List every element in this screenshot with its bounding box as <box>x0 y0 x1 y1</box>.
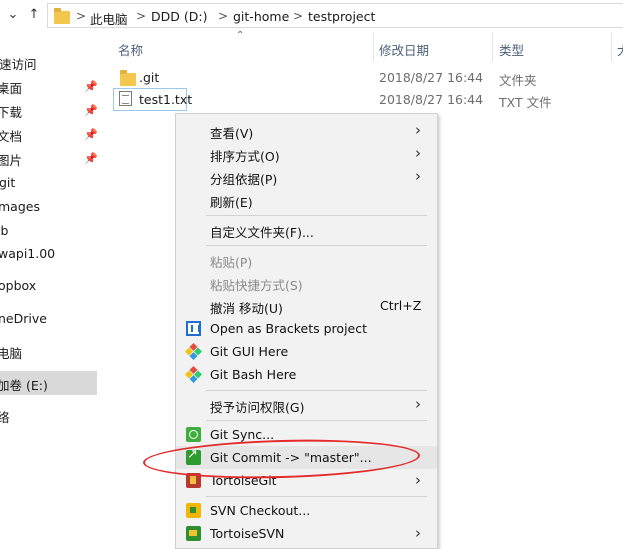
breadcrumb-this-pc[interactable]: 此电脑 <box>90 9 128 28</box>
chevron-right-icon: › <box>415 395 421 413</box>
menu-item-view[interactable]: 查看(V) › <box>176 119 437 142</box>
menu-separator <box>206 390 427 391</box>
git-bash-icon <box>185 366 202 383</box>
file-modified: 2018/8/27 16:44 <box>379 92 484 107</box>
sidebar-item-dropbox[interactable]: opbox <box>0 278 36 293</box>
text-file-icon <box>119 91 132 106</box>
menu-item-git-gui[interactable]: Git GUI Here <box>176 340 437 363</box>
chevron-right-icon: › <box>415 167 421 185</box>
menu-item-tortoisesvn[interactable]: TortoiseSVN › <box>176 522 437 545</box>
chevron-right-icon: › <box>415 121 421 139</box>
menu-item-label: 撤消 移动(U) <box>210 301 283 316</box>
menu-item-git-bash[interactable]: Git Bash Here <box>176 363 437 386</box>
menu-item-paste-shortcut: 粘贴快捷方式(S) <box>176 271 437 294</box>
address-bar[interactable]: > 此电脑 > DDD (D:) > git-home > testprojec… <box>47 3 623 28</box>
breadcrumb-drive-d[interactable]: DDD (D:) <box>151 9 207 24</box>
menu-item-customize-folder[interactable]: 自定义文件夹(F)... <box>176 218 437 241</box>
column-divider[interactable] <box>492 32 493 62</box>
sidebar-item-documents[interactable]: 文档 <box>0 126 22 145</box>
breadcrumb-git-home[interactable]: git-home <box>233 9 289 24</box>
breadcrumb-testproject[interactable]: testproject <box>308 9 375 24</box>
chevron-right-icon: › <box>415 471 421 489</box>
menu-item-shortcut: Ctrl+Z <box>380 298 422 313</box>
sidebar-item-onedrive[interactable]: neDrive <box>0 311 47 326</box>
menu-item-label: Git Bash Here <box>210 367 297 382</box>
column-header-modified[interactable]: 修改日期 <box>379 40 429 59</box>
dropdown-chevron-icon[interactable]: ⌄ <box>5 6 21 24</box>
menu-item-label: 授予访问权限(G) <box>210 400 305 415</box>
brackets-icon <box>186 321 201 336</box>
menu-item-label: 刷新(E) <box>210 195 253 210</box>
menu-separator <box>206 496 427 497</box>
navigation-pane: 速访问 桌面 📌 下载 📌 文档 📌 图片 📌 git mages ib wap… <box>0 32 100 549</box>
svn-checkout-icon <box>186 503 201 518</box>
chevron-right-icon: › <box>415 144 421 162</box>
sidebar-item-quick-access[interactable]: 速访问 <box>0 54 37 73</box>
pin-icon: 📌 <box>84 104 98 117</box>
sidebar-item-images[interactable]: mages <box>0 199 40 214</box>
menu-item-sort[interactable]: 排序方式(O) › <box>176 142 437 165</box>
tortoisesvn-icon <box>186 526 201 541</box>
menu-item-undo-move[interactable]: 撤消 移动(U) Ctrl+Z <box>176 294 437 317</box>
menu-item-svn-checkout[interactable]: SVN Checkout... <box>176 499 437 522</box>
git-sync-icon <box>186 427 201 442</box>
git-gui-icon <box>185 343 202 360</box>
file-row-test1-txt[interactable]: test1.txt <box>113 88 192 111</box>
sidebar-item-lib[interactable]: ib <box>0 223 8 238</box>
pin-icon: 📌 <box>84 80 98 93</box>
menu-item-label: Git GUI Here <box>210 344 289 359</box>
menu-item-label: 自定义文件夹(F)... <box>210 225 314 240</box>
column-header-size[interactable]: 大 <box>617 40 623 59</box>
file-name: test1.txt <box>139 92 193 107</box>
folder-icon <box>54 8 70 24</box>
column-header-name[interactable]: 名称 <box>118 40 143 59</box>
sort-ascending-icon: ⌃ <box>236 30 245 41</box>
sidebar-item-downloads[interactable]: 下载 <box>0 102 22 121</box>
chevron-right-icon: › <box>415 524 421 542</box>
column-divider[interactable] <box>373 32 374 62</box>
menu-item-label: 粘贴快捷方式(S) <box>210 278 303 293</box>
menu-item-label: 分组依据(P) <box>210 172 278 187</box>
file-row-git-folder[interactable]: .git 2018/8/27 16:44 文件夹 <box>114 67 623 88</box>
pin-icon: 📌 <box>84 152 98 165</box>
sidebar-item-wapi[interactable]: wapi1.00 <box>0 246 55 261</box>
sidebar-item-this-pc[interactable]: 电脑 <box>0 343 22 362</box>
menu-item-label: 排序方式(O) <box>210 149 280 164</box>
sidebar-item-desktop[interactable]: 桌面 <box>0 78 22 97</box>
file-type: TXT 文件 <box>499 95 552 110</box>
folder-icon <box>120 70 136 86</box>
menu-item-group[interactable]: 分组依据(P) › <box>176 165 437 188</box>
breadcrumb-separator[interactable]: > <box>136 9 146 23</box>
sidebar-item-network[interactable]: 络 <box>0 407 10 426</box>
column-divider[interactable] <box>611 32 612 62</box>
menu-separator <box>206 245 427 246</box>
breadcrumb-separator[interactable]: > <box>218 9 228 23</box>
menu-separator <box>206 420 427 421</box>
menu-item-refresh[interactable]: 刷新(E) <box>176 188 437 211</box>
sidebar-item-pictures[interactable]: 图片 <box>0 150 22 169</box>
file-modified: 2018/8/27 16:44 <box>379 70 484 85</box>
menu-item-label: SVN Checkout... <box>210 503 311 518</box>
menu-item-label: TortoiseSVN <box>210 526 285 541</box>
menu-item-label: 粘贴(P) <box>210 255 253 270</box>
sidebar-item-volume-e[interactable]: 加卷 (E:) <box>0 375 48 394</box>
address-bar-row: ⌄ ↑ > 此电脑 > DDD (D:) > git-home > testpr… <box>0 0 623 32</box>
column-header-type[interactable]: 类型 <box>499 40 524 59</box>
up-arrow-icon[interactable]: ↑ <box>26 6 42 24</box>
menu-separator <box>206 215 427 216</box>
menu-item-paste: 粘贴(P) <box>176 248 437 271</box>
file-name: .git <box>139 70 160 85</box>
menu-item-grant-access[interactable]: 授予访问权限(G) › <box>176 393 437 416</box>
context-menu: 查看(V) › 排序方式(O) › 分组依据(P) › 刷新(E) 自定义文件夹… <box>175 113 438 549</box>
sidebar-item-git[interactable]: git <box>0 175 15 190</box>
pin-icon: 📌 <box>84 128 98 141</box>
menu-item-label: Open as Brackets project <box>210 321 368 336</box>
file-type: 文件夹 <box>499 73 537 88</box>
breadcrumb-separator[interactable]: > <box>76 9 86 23</box>
breadcrumb-separator[interactable]: > <box>293 9 303 23</box>
menu-item-label: 查看(V) <box>210 126 254 141</box>
file-row-test1-details: 2018/8/27 16:44 TXT 文件 <box>379 89 623 110</box>
menu-item-open-brackets[interactable]: Open as Brackets project <box>176 317 437 340</box>
